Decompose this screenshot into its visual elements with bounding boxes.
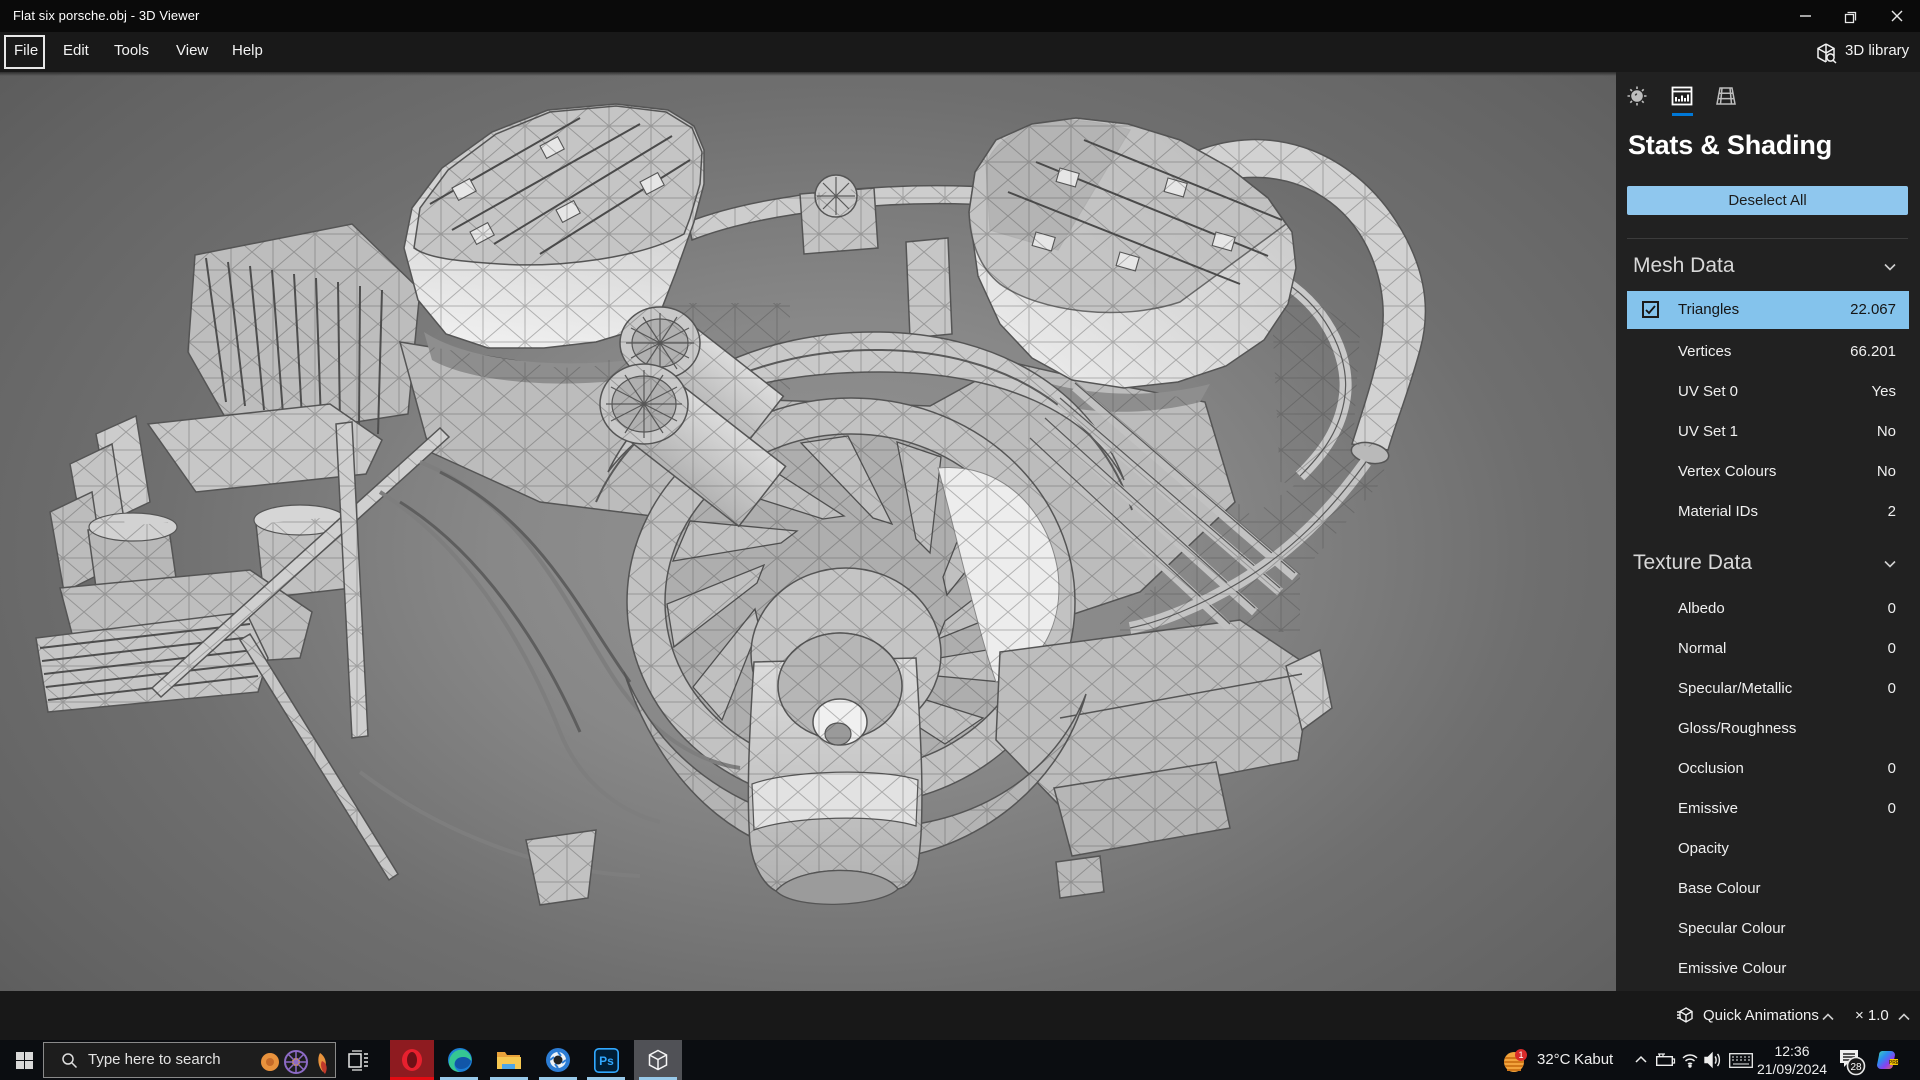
svg-text:PRE: PRE	[1889, 1060, 1900, 1066]
svg-text:Ps: Ps	[599, 1054, 614, 1068]
svg-text:28: 28	[1850, 1062, 1862, 1073]
svg-text:1: 1	[1518, 1050, 1523, 1060]
